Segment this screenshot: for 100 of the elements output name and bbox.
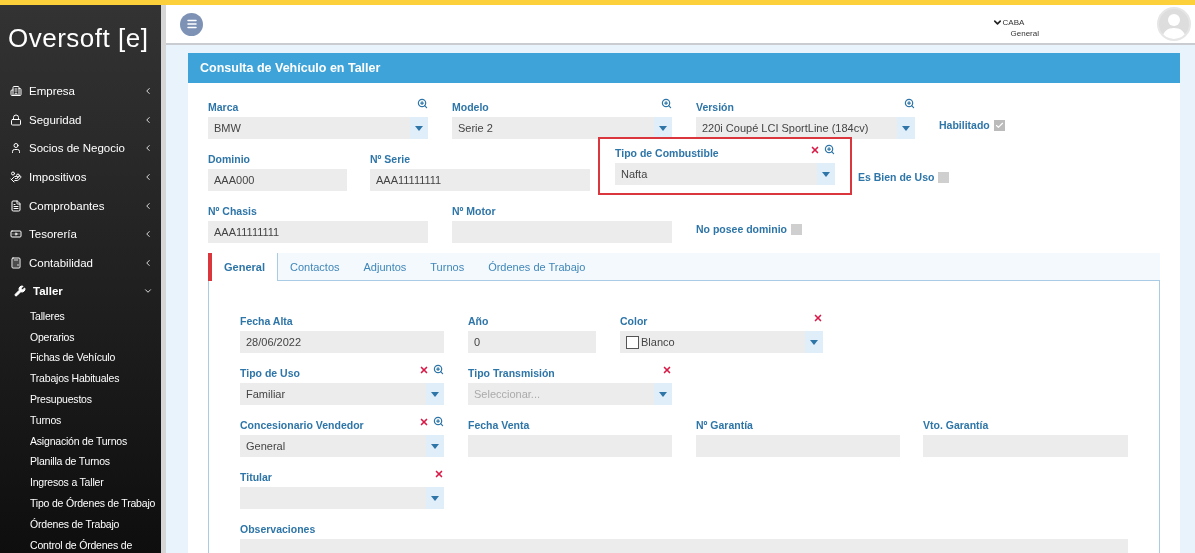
- sidebar-item[interactable]: Empresa: [0, 77, 161, 106]
- caret-icon: [654, 383, 672, 405]
- caret-icon: [817, 163, 835, 185]
- checkbox[interactable]: [993, 119, 1005, 131]
- field-label: Color: [620, 315, 649, 327]
- select-field[interactable]: 220i Coupé LCI SportLine (184cv): [696, 117, 915, 139]
- field-label: Fecha Alta: [240, 315, 294, 327]
- tab[interactable]: Turnos: [418, 253, 477, 281]
- select-field[interactable]: Nafta: [615, 163, 835, 185]
- field-label: Fecha Venta: [468, 419, 531, 431]
- input-field[interactable]: AAA11111111: [208, 221, 428, 243]
- field-label: Tipo de Uso: [240, 367, 301, 379]
- caret-icon: [426, 487, 444, 509]
- branch-label[interactable]: General: [1002, 28, 1039, 39]
- chevron-left-icon: [143, 257, 153, 268]
- location-label[interactable]: CABA: [1002, 17, 1039, 28]
- tab[interactable]: Contactos: [277, 253, 352, 281]
- clear-icon[interactable]: [813, 313, 823, 323]
- menu-item-icon: [10, 256, 22, 269]
- search-icon[interactable]: [904, 98, 915, 109]
- sidebar-subitem[interactable]: Fichas de Vehículo: [0, 347, 161, 369]
- sidebar-subitem[interactable]: Tipo de Órdenes de Trabajo: [0, 492, 161, 514]
- field-label: Modelo: [452, 101, 490, 113]
- color-swatch: [626, 335, 639, 349]
- chevron-left-icon: [143, 143, 153, 154]
- field-label: Observaciones: [240, 523, 317, 535]
- checkbox-label: Es Bien de Uso: [858, 171, 935, 183]
- search-icon[interactable]: [824, 144, 835, 155]
- search-icon[interactable]: [433, 364, 444, 375]
- select-field[interactable]: Familiar: [240, 383, 444, 405]
- chevron-left-icon: [143, 114, 153, 125]
- sidebar-subitem[interactable]: Control de Órdenes de: [0, 534, 161, 553]
- sidebar-item[interactable]: Tesorería: [0, 219, 161, 249]
- sidebar-item[interactable]: Contabilidad: [0, 248, 161, 278]
- caret-icon: [805, 331, 823, 353]
- field-label: Dominio: [208, 153, 251, 165]
- select-field[interactable]: Blanco: [620, 331, 823, 353]
- menu-item-icon: [10, 85, 22, 98]
- input-field[interactable]: 0: [468, 331, 596, 353]
- chevron-icon[interactable]: [991, 17, 1003, 28]
- checkbox-label: No posee dominio: [696, 223, 787, 235]
- sidebar-subitem[interactable]: Ingresos a Taller: [0, 472, 161, 493]
- clear-icon[interactable]: [419, 417, 429, 427]
- sidebar-subitem[interactable]: Talleres: [0, 305, 161, 327]
- menu-item-icon: [10, 142, 22, 155]
- menu-button[interactable]: [180, 12, 203, 36]
- field-label: Nº Chasis: [208, 205, 258, 217]
- sidebar-subitem[interactable]: Presupuestos: [0, 388, 161, 410]
- clear-icon[interactable]: [434, 469, 444, 479]
- select-field[interactable]: [240, 487, 444, 509]
- chevron-left-icon: [143, 200, 153, 211]
- clear-icon[interactable]: [810, 145, 820, 155]
- select-field[interactable]: General: [240, 435, 444, 457]
- caret-icon: [654, 117, 672, 139]
- field-label: Año: [468, 315, 490, 327]
- logo: Oversoft [e]: [7, 23, 150, 55]
- chevron-left-icon: [143, 86, 153, 97]
- sidebar-subitem[interactable]: Trabajos Habituales: [0, 368, 161, 389]
- tab[interactable]: General: [208, 253, 278, 281]
- field-label: Concesionario Vendedor: [240, 419, 365, 431]
- input-field[interactable]: 28/06/2022: [240, 331, 444, 353]
- field-label: Tipo Transmisión: [468, 367, 556, 379]
- field-label: Titular: [240, 471, 273, 483]
- menu-item-icon: [10, 113, 22, 126]
- checkbox[interactable]: [938, 171, 950, 183]
- search-icon[interactable]: [433, 416, 444, 427]
- menu-icon: [185, 18, 198, 30]
- sidebar-item[interactable]: Impositivos: [0, 162, 161, 192]
- caret-icon: [426, 383, 444, 405]
- field-label: Nº Garantía: [696, 419, 754, 431]
- sidebar-subitem[interactable]: Planilla de Turnos: [0, 451, 161, 473]
- tab[interactable]: Adjuntos: [351, 253, 419, 281]
- input-field[interactable]: AAA000: [208, 169, 347, 191]
- wrench-icon: [14, 285, 26, 298]
- clear-icon[interactable]: [662, 365, 672, 375]
- input-field[interactable]: AAA11111111: [370, 169, 590, 191]
- sidebar-item[interactable]: Seguridad: [0, 105, 161, 135]
- caret-icon: [410, 117, 428, 139]
- field-label: Versión: [696, 101, 735, 113]
- select-field[interactable]: Serie 2: [452, 117, 672, 139]
- tab[interactable]: Órdenes de Trabajo: [476, 253, 598, 281]
- sidebar-subitem[interactable]: Órdenes de Trabajo: [0, 513, 161, 535]
- select-field[interactable]: BMW: [208, 117, 428, 139]
- field-label: Vto. Garantía: [923, 419, 990, 431]
- sidebar-item[interactable]: Comprobantes: [0, 191, 161, 220]
- search-icon[interactable]: [417, 98, 428, 109]
- sidebar-subitem[interactable]: Asignación de Turnos: [0, 430, 161, 452]
- chevron-left-icon: [143, 229, 153, 240]
- sidebar-subitem[interactable]: Turnos: [0, 409, 161, 431]
- chevron-left-icon: [143, 172, 153, 183]
- checkbox-label: Habilitado: [939, 119, 990, 131]
- field-label: Marca: [208, 101, 240, 113]
- clear-icon[interactable]: [419, 365, 429, 375]
- sidebar-subitem[interactable]: Operarios: [0, 326, 161, 348]
- search-icon[interactable]: [661, 98, 672, 109]
- sidebar-item[interactable]: Socios de Negocio: [0, 134, 161, 163]
- page-title: Consulta de Vehículo en Taller: [188, 53, 1180, 83]
- menu-item-icon: [10, 171, 22, 184]
- checkbox[interactable]: [791, 223, 802, 235]
- sidebar-item[interactable]: Taller: [0, 277, 161, 306]
